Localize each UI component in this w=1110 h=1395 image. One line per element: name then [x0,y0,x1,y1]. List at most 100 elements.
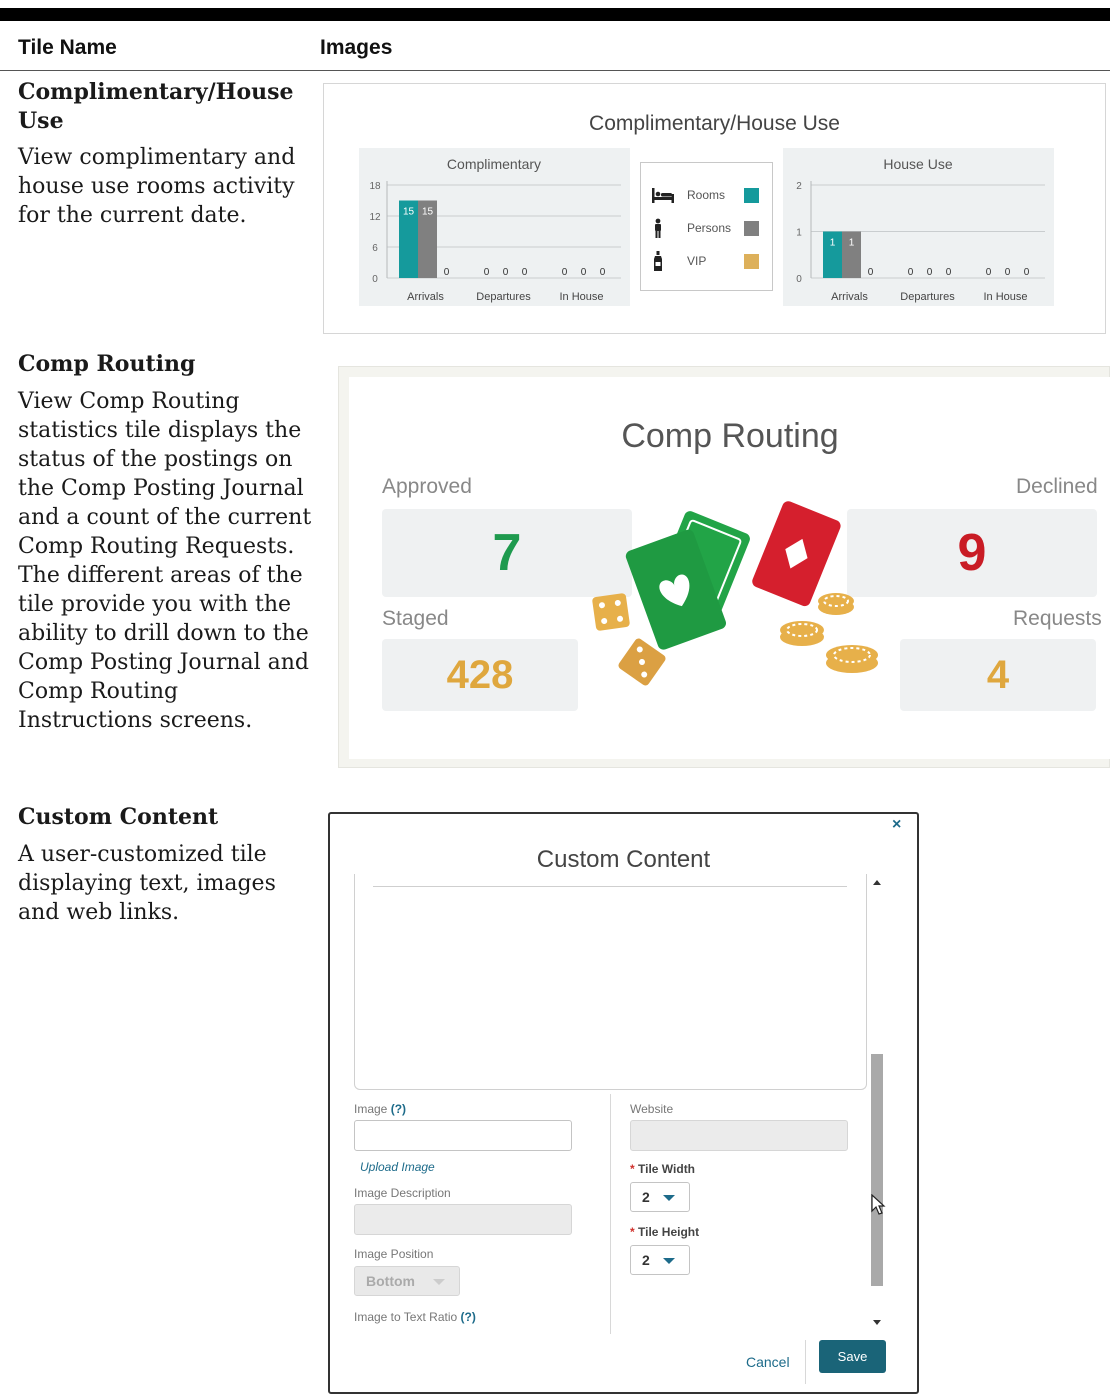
top-rule [0,8,1110,21]
header-divider [0,70,1110,71]
y-tick-label: 2 [796,181,802,192]
image-label-text: Image [354,1102,388,1116]
person-icon [655,218,661,238]
declined-count: 9 [957,524,987,582]
chart-title: House Use [883,156,952,172]
data-label: 0 [868,267,874,278]
image-ratio-label-text: Image to Text Ratio [354,1310,458,1324]
data-label: 0 [444,267,450,278]
footer-divider [805,1340,806,1384]
image-label: Image (?) [354,1102,406,1116]
tile-description: View complimentary and house use rooms a… [18,145,296,228]
chart-title: Complimentary [447,156,541,172]
website-input[interactable] [630,1120,848,1151]
save-button[interactable]: Save [819,1340,886,1373]
vip-bottle-icon [654,251,662,271]
requests-box[interactable]: 4 [900,639,1096,711]
tile-name: Comp Routing [18,351,196,377]
complimentary-chart: Complimentary 0 6 12 18 15 15 0 Arrivals 0 0 0 Depar… [369,156,621,303]
close-icon[interactable]: × [892,816,901,834]
tile-name: Custom Content [18,804,219,830]
y-tick-label: 6 [372,243,378,254]
tile-name: Complimentary/House Use [18,79,294,134]
editor-toolbar-divider [373,886,847,887]
custom-content-dialog: × Custom Content Image (?) Upload Image … [328,812,919,1394]
row-comp-routing: Comp Routing View Comp Routing statistic… [18,350,313,735]
required-mark: * [630,1225,635,1239]
dialog-title: Custom Content [536,846,711,873]
tile-width-select[interactable]: 2 [630,1182,690,1212]
image-ratio-help-link[interactable]: (?) [461,1310,476,1324]
y-tick-label: 18 [369,181,381,192]
y-tick-label: 12 [369,212,381,223]
staged-label: Staged [382,607,449,630]
scroll-down-arrow-icon[interactable] [873,1320,881,1325]
scrollbar-thumb[interactable] [871,1054,883,1286]
image-description-input[interactable] [354,1204,572,1235]
staged-count: 428 [446,653,514,697]
image-help-link[interactable]: (?) [391,1102,406,1116]
website-label: Website [630,1102,674,1116]
bed-icon [652,188,674,203]
tile-title: Complimentary/House Use [589,112,840,135]
data-label: 15 [403,207,415,218]
image-description-label: Image Description [354,1186,451,1200]
y-tick-label: 0 [372,274,378,285]
upload-image-link[interactable]: Upload Image [360,1160,435,1174]
data-label: 0 [503,267,509,278]
scroll-up-arrow-icon[interactable] [873,880,881,885]
image-ratio-label: Image to Text Ratio (?) [354,1310,476,1324]
image-position-select[interactable]: Bottom [354,1266,460,1296]
complimentary-chart-panel[interactable]: Complimentary 0 6 12 18 15 15 0 Arrivals 0 0 0 Depar… [359,148,630,306]
content-editor[interactable] [354,874,867,1090]
column-divider [610,1094,611,1334]
cards-dice-chips-icon [592,501,878,686]
x-tick-label: Departures [900,291,955,303]
cancel-button[interactable]: Cancel [746,1354,790,1370]
legend-label: Persons [687,221,732,235]
legend-swatch-persons [744,221,759,236]
tile-height-value: 2 [642,1252,650,1268]
comp-routing-tile[interactable]: Comp Routing Approved 7 Declined 9 Stage… [338,366,1110,768]
legend-swatch-rooms [744,188,759,203]
tile-height-label: * Tile Height [630,1225,699,1239]
data-label: 0 [1024,267,1030,278]
legend-label: VIP [687,254,707,268]
column-header-tile-name: Tile Name [18,36,117,59]
mouse-cursor-icon [871,1194,886,1215]
house-use-chart-panel[interactable]: House Use 0 1 2 1 1 0 Arrivals 0 0 0 Departures 0 0 0 I… [783,148,1054,306]
chart-legend: Rooms Persons VIP [640,162,773,291]
chevron-down-icon [663,1258,675,1264]
x-tick-label: In House [983,291,1027,303]
data-label: 0 [522,267,528,278]
data-label: 0 [600,267,606,278]
y-tick-label: 0 [796,274,802,285]
tile-width-label: * Tile Width [630,1162,695,1176]
data-label: 0 [927,267,933,278]
data-label: 0 [562,267,568,278]
approved-label: Approved [382,475,472,498]
data-label: 0 [908,267,914,278]
declined-label: Declined [1016,475,1098,498]
x-tick-label: Arrivals [407,291,444,303]
staged-box[interactable]: 428 [382,639,578,711]
data-label: 0 [946,267,952,278]
complimentary-house-use-tile[interactable]: Complimentary/House Use Complimentary 0 6 1… [323,83,1106,334]
x-tick-label: In House [559,291,603,303]
legend-item-vip: VIP [651,251,764,271]
x-tick-label: Arrivals [831,291,868,303]
required-mark: * [630,1162,635,1176]
chevron-down-icon [663,1195,675,1201]
image-position-value: Bottom [366,1273,415,1289]
tile-description: View Comp Routing statistics tile displa… [18,389,312,733]
legend-item-rooms: Rooms [651,185,764,205]
image-input[interactable] [354,1120,572,1151]
tile-height-select[interactable]: 2 [630,1245,690,1275]
declined-box[interactable]: 9 [847,509,1097,597]
column-header-images: Images [320,36,393,59]
tile-height-label-text: Tile Height [638,1225,700,1239]
row-custom-content: Custom Content A user-customized tile di… [18,803,313,927]
data-label: 1 [849,238,855,249]
requests-count: 4 [986,653,1010,697]
legend-swatch-vip [744,254,759,269]
